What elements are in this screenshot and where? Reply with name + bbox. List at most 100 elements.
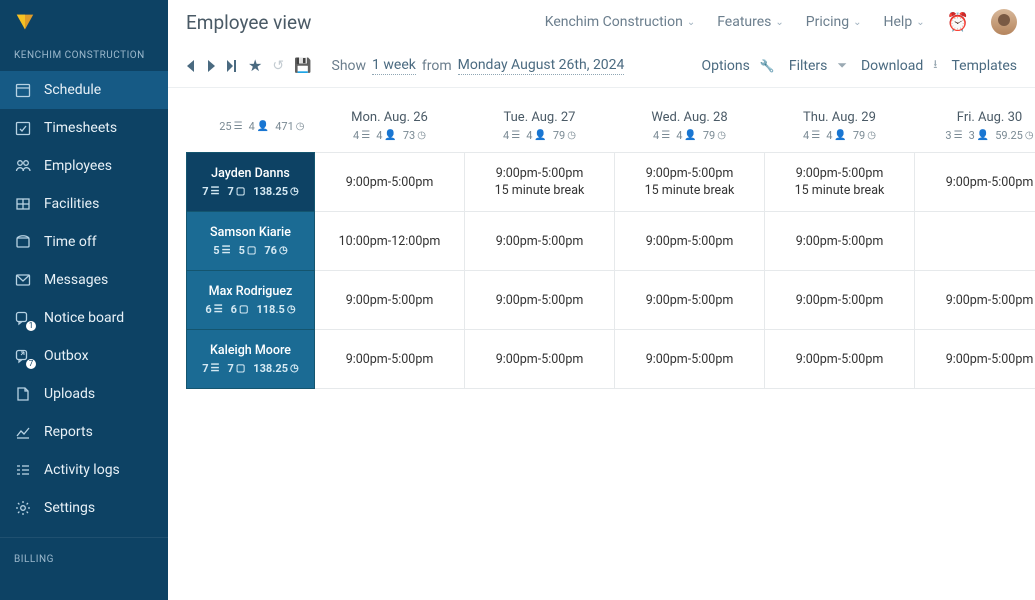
shift-cell[interactable]: 9:00pm-5:00pm bbox=[915, 330, 1035, 389]
undo-button[interactable]: ↺ bbox=[272, 58, 284, 74]
toolbar: ★ ↺ 💾 Show 1 week from Monday August 26t… bbox=[168, 44, 1035, 88]
skip-next-button[interactable] bbox=[226, 60, 238, 72]
page-title: Employee view bbox=[186, 11, 523, 34]
menu-help[interactable]: Help⌄ bbox=[884, 14, 925, 30]
employee-header[interactable]: Kaleigh Moore7☰7▢138.25◷ bbox=[187, 330, 315, 389]
shift-time: 9:00pm-5:00pm bbox=[771, 166, 908, 181]
day-header: Wed. Aug. 284☰4👤79◷ bbox=[615, 104, 765, 153]
shift-time: 9:00pm-5:00pm bbox=[621, 352, 758, 367]
sidebar-item-settings[interactable]: Settings bbox=[0, 489, 168, 527]
clock-icon: ◷ bbox=[867, 130, 876, 141]
sidebar-item-timesheets[interactable]: Timesheets bbox=[0, 109, 168, 147]
avatar[interactable] bbox=[991, 9, 1017, 35]
shift-time: 9:00pm-5:00pm bbox=[771, 352, 908, 367]
shift-cell[interactable]: 9:00pm-5:00pm bbox=[315, 153, 465, 212]
filters-link[interactable]: Filters ⏷ bbox=[789, 58, 847, 74]
shift-cell[interactable]: 9:00pm-5:00pm bbox=[465, 330, 615, 389]
person-icon: 👤 bbox=[257, 121, 269, 132]
table-row: Max Rodriguez6☰6▢118.5◷9:00pm-5:00pm9:00… bbox=[187, 271, 1035, 330]
sidebar-item-label: Reports bbox=[44, 424, 93, 440]
date-link[interactable]: Monday August 26th, 2024 bbox=[458, 57, 625, 75]
shift-cell[interactable]: 9:00pm-5:00pm15 minute break bbox=[765, 153, 915, 212]
sidebar-item-uploads[interactable]: Uploads bbox=[0, 375, 168, 413]
shift-cell[interactable]: 9:00pm-5:00pm bbox=[915, 153, 1035, 212]
shift-cell[interactable]: 9:00pm-5:00pm bbox=[465, 271, 615, 330]
table-row: Jayden Danns7☰7▢138.25◷9:00pm-5:00pm9:00… bbox=[187, 153, 1035, 212]
schedule-body: Jayden Danns7☰7▢138.25◷9:00pm-5:00pm9:00… bbox=[187, 153, 1035, 389]
shift-cell[interactable]: 9:00pm-5:00pm bbox=[615, 271, 765, 330]
shift-cell[interactable]: 9:00pm-5:00pm15 minute break bbox=[465, 153, 615, 212]
sidebar-item-timeoff[interactable]: Time off bbox=[0, 223, 168, 261]
person-icon: 👤 bbox=[977, 130, 989, 141]
sidebar-item-outbox[interactable]: 7 Outbox bbox=[0, 337, 168, 375]
badge: 7 bbox=[26, 359, 36, 369]
app-logo[interactable] bbox=[0, 0, 168, 44]
company-switcher[interactable]: Kenchim Construction ⌄ bbox=[545, 14, 695, 30]
employee-name: Kaleigh Moore bbox=[210, 343, 291, 358]
shift-cell[interactable] bbox=[915, 212, 1035, 271]
clock-icon: ◷ bbox=[287, 304, 296, 315]
shift-cell[interactable]: 9:00pm-5:00pm bbox=[315, 271, 465, 330]
save-button[interactable]: 💾 bbox=[294, 58, 311, 74]
alarm-icon[interactable]: ⏰ bbox=[947, 12, 969, 33]
sidebar-item-label: Time off bbox=[44, 234, 97, 250]
range-display: Show 1 week from Monday August 26th, 202… bbox=[332, 57, 625, 75]
shift-cell[interactable]: 9:00pm-5:00pm bbox=[765, 330, 915, 389]
sidebar-item-activity[interactable]: Activity logs bbox=[0, 451, 168, 489]
menu-pricing[interactable]: Pricing⌄ bbox=[806, 14, 862, 30]
day-header: Thu. Aug. 294☰4👤79◷ bbox=[765, 104, 915, 153]
shift-time: 9:00pm-5:00pm bbox=[921, 352, 1035, 367]
badge: 1 bbox=[26, 321, 36, 331]
star-button[interactable]: ★ bbox=[248, 56, 262, 75]
totals-header: 25☰ 4👤 471◷ bbox=[187, 104, 315, 153]
employee-name: Samson Kiarie bbox=[210, 225, 291, 240]
notice-icon: 1 bbox=[14, 309, 32, 327]
employee-header[interactable]: Samson Kiarie5☰5▢76◷ bbox=[187, 212, 315, 271]
table-row: Kaleigh Moore7☰7▢138.25◷9:00pm-5:00pm9:0… bbox=[187, 330, 1035, 389]
shift-cell[interactable]: 9:00pm-5:00pm15 minute break bbox=[615, 153, 765, 212]
shift-cell[interactable]: 9:00pm-5:00pm bbox=[765, 212, 915, 271]
main: Employee view Kenchim Construction ⌄ Fea… bbox=[168, 0, 1035, 600]
shift-cell[interactable]: 10:00pm-12:00pm bbox=[315, 212, 465, 271]
sidebar-item-label: Messages bbox=[44, 272, 108, 288]
day-header: Tue. Aug. 274☰4👤79◷ bbox=[465, 104, 615, 153]
options-link[interactable]: Options 🔧 bbox=[701, 58, 774, 74]
person-icon: 👤 bbox=[834, 130, 846, 141]
sidebar-item-schedule[interactable]: Schedule bbox=[0, 71, 168, 109]
show-label: Show bbox=[332, 58, 367, 74]
range-link[interactable]: 1 week bbox=[372, 57, 416, 75]
sidebar-item-employees[interactable]: Employees bbox=[0, 147, 168, 185]
sidebar-item-facilities[interactable]: Facilities bbox=[0, 185, 168, 223]
shift-time: 9:00pm-5:00pm bbox=[621, 166, 758, 181]
shift-cell[interactable]: 9:00pm-5:00pm bbox=[915, 271, 1035, 330]
clock-icon: ◷ bbox=[1025, 130, 1034, 141]
messages-icon bbox=[14, 271, 32, 289]
day-header: Mon. Aug. 264☰4👤73◷ bbox=[315, 104, 465, 153]
activity-icon bbox=[14, 461, 32, 479]
employee-header[interactable]: Max Rodriguez6☰6▢118.5◷ bbox=[187, 271, 315, 330]
sidebar-item-label: Timesheets bbox=[44, 120, 117, 136]
sidebar-item-reports[interactable]: Reports bbox=[0, 413, 168, 451]
shift-cell[interactable]: 9:00pm-5:00pm bbox=[765, 271, 915, 330]
menu-features[interactable]: Features⌄ bbox=[717, 14, 784, 30]
chevron-down-icon: ⌄ bbox=[853, 17, 861, 28]
shift-cell[interactable]: 9:00pm-5:00pm bbox=[315, 330, 465, 389]
day-header: Fri. Aug. 303☰3👤59.25◷ bbox=[915, 104, 1035, 153]
list-icon: ☰ bbox=[211, 363, 220, 374]
employee-header[interactable]: Jayden Danns7☰7▢138.25◷ bbox=[187, 153, 315, 212]
shift-time: 9:00pm-5:00pm bbox=[471, 166, 608, 181]
shift-cell[interactable]: 9:00pm-5:00pm bbox=[615, 212, 765, 271]
clock-icon: ◷ bbox=[279, 245, 288, 256]
prev-button[interactable] bbox=[186, 60, 196, 72]
sidebar-item-notice[interactable]: 1Notice board bbox=[0, 299, 168, 337]
person-icon: 👤 bbox=[684, 130, 696, 141]
next-button[interactable] bbox=[206, 60, 216, 72]
shift-cell[interactable]: 9:00pm-5:00pm bbox=[615, 330, 765, 389]
shift-cell[interactable]: 9:00pm-5:00pm bbox=[465, 212, 615, 271]
schedule-icon bbox=[14, 81, 32, 99]
download-link[interactable]: Download ⭳ bbox=[861, 55, 938, 76]
templates-link[interactable]: Templates bbox=[952, 58, 1018, 74]
sidebar-item-messages[interactable]: Messages bbox=[0, 261, 168, 299]
day-label: Thu. Aug. 29 bbox=[769, 110, 911, 125]
sidebar-item-label: Outbox bbox=[44, 348, 89, 364]
